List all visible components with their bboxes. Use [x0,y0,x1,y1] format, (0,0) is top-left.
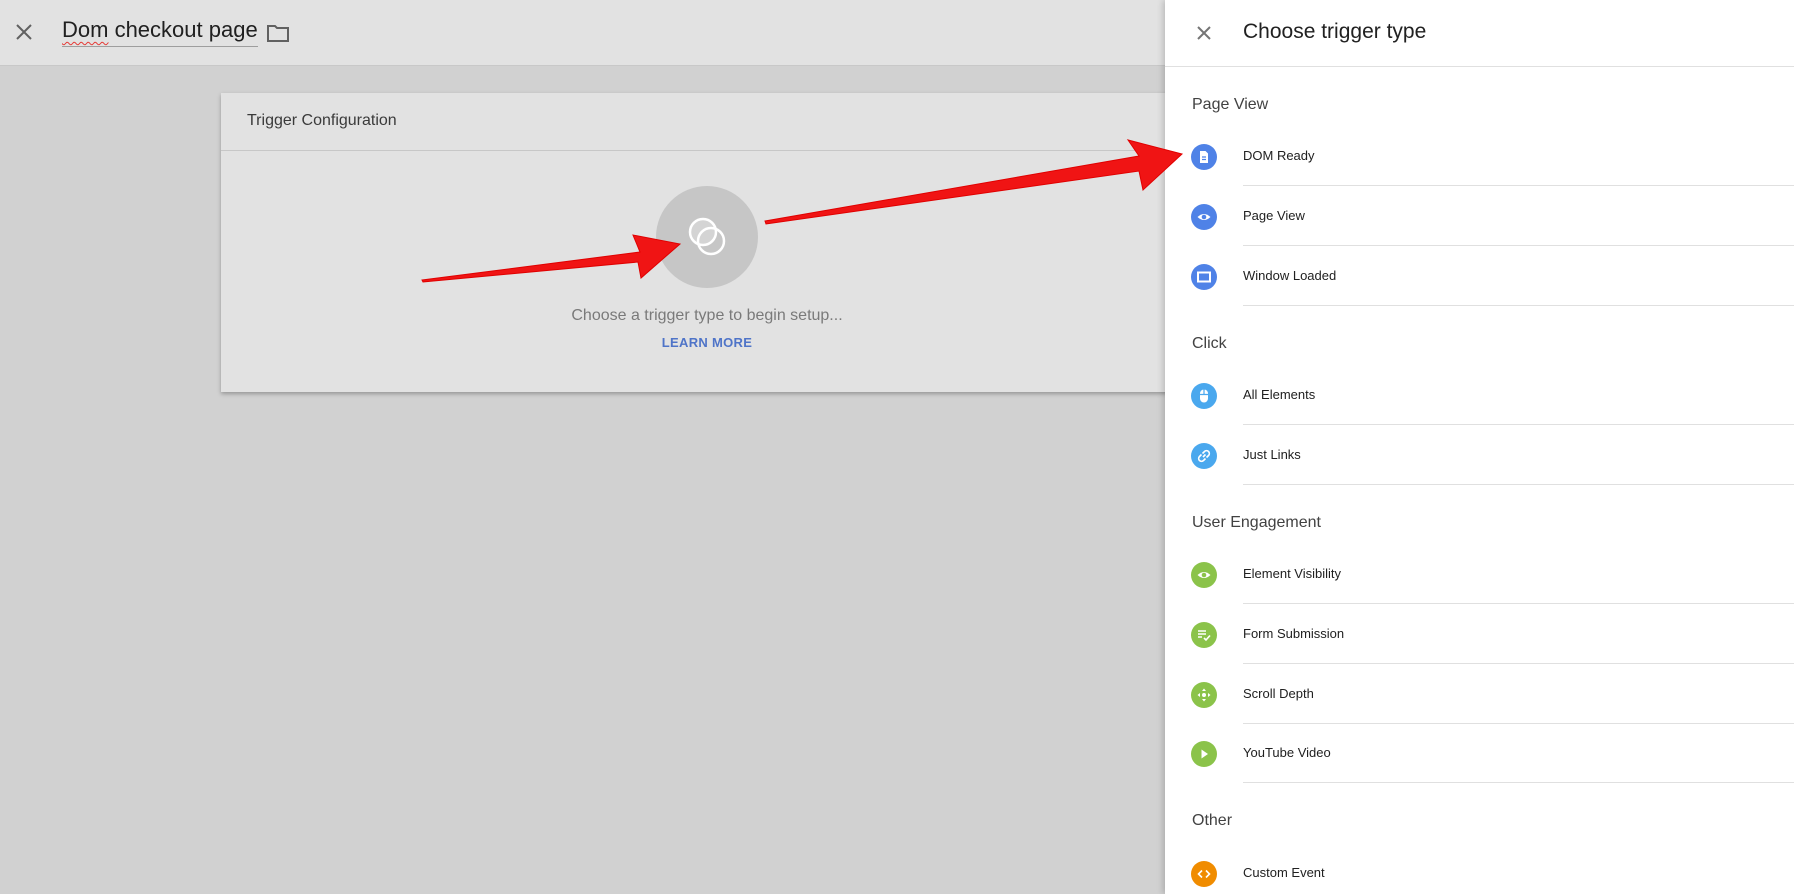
eye-icon [1191,204,1217,230]
trigger-configuration-card[interactable]: Trigger Configuration Choose a trigger t… [221,93,1221,392]
trigger-item-page-view[interactable]: Page View [1165,186,1794,246]
mouse-icon [1191,383,1217,409]
panel-title: Choose trigger type [1243,20,1427,43]
trigger-item-label: Scroll Depth [1243,686,1314,701]
section-page-view: Page View [1192,96,1269,113]
trigger-item-label: Just Links [1243,447,1301,462]
folder-icon[interactable] [266,22,290,44]
setup-hint: Choose a trigger type to begin setup... [571,307,843,324]
trigger-item-youtube-video[interactable]: YouTube Video [1165,723,1794,783]
section-other: Other [1192,812,1233,829]
divider [1243,782,1794,783]
divider [1243,305,1794,306]
trigger-item-label: Element Visibility [1243,566,1342,581]
trigger-item-element-visibility[interactable]: Element Visibility [1165,544,1794,604]
card-title: Trigger Configuration [221,93,1221,151]
trigger-item-all-elements[interactable]: All Elements [1165,365,1794,425]
trigger-item-label: YouTube Video [1243,745,1331,760]
trigger-name-field[interactable]: Dom checkout page [62,17,258,47]
trigger-item-form-submission[interactable]: Form Submission [1165,604,1794,664]
trigger-item-label: Form Submission [1243,626,1345,641]
code-icon [1191,861,1217,887]
play-icon [1191,741,1217,767]
trigger-name-misspelled-word: Dom [62,17,109,42]
trigger-item-scroll-depth[interactable]: Scroll Depth [1165,664,1794,724]
choose-trigger-type-panel: Choose trigger type Page View DOM Ready … [1165,0,1794,894]
document-icon [1191,144,1217,170]
trigger-name-rest: checkout page [108,17,258,42]
section-click: Click [1192,335,1227,352]
move-arrows-icon [1191,682,1217,708]
learn-more-link[interactable]: LEARN MORE [221,335,1193,350]
trigger-type-placeholder[interactable] [656,186,758,288]
section-user-engagement: User Engagement [1192,514,1321,531]
trigger-item-label: Custom Event [1243,865,1325,880]
trigger-item-custom-event[interactable]: Custom Event [1165,843,1794,894]
divider [1243,484,1794,485]
close-icon[interactable] [1192,21,1216,45]
trigger-icon [688,217,726,256]
link-icon [1191,443,1217,469]
trigger-item-label: Window Loaded [1243,268,1337,283]
trigger-item-just-links[interactable]: Just Links [1165,425,1794,485]
close-icon[interactable] [12,20,36,44]
trigger-item-label: Page View [1243,208,1305,223]
trigger-item-window-loaded[interactable]: Window Loaded [1165,246,1794,306]
checklist-icon [1191,622,1217,648]
panel-header: Choose trigger type [1165,0,1794,67]
trigger-item-dom-ready[interactable]: DOM Ready [1165,126,1794,186]
window-icon [1191,264,1217,290]
trigger-item-label: All Elements [1243,387,1316,402]
eye-icon [1191,562,1217,588]
trigger-item-label: DOM Ready [1243,148,1315,163]
